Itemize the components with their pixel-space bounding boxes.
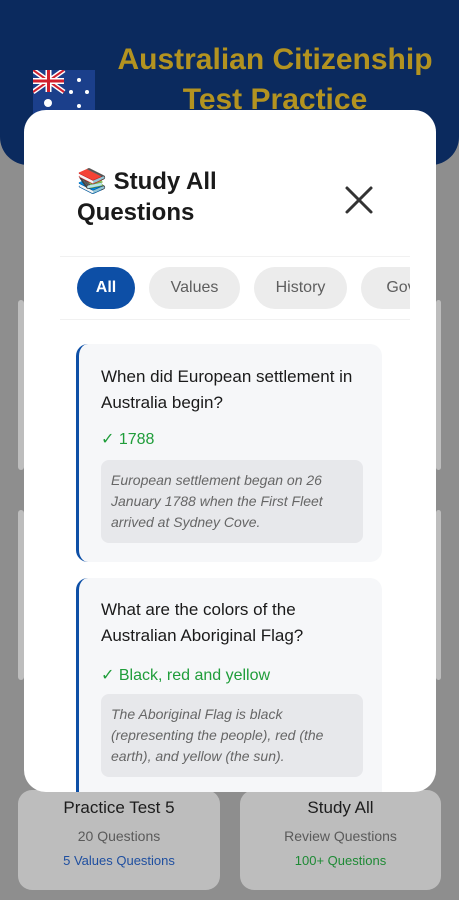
app-title: Australian Citizenship Test Practice (117, 43, 433, 116)
close-button[interactable] (339, 180, 379, 220)
bg-card-left[interactable]: Practice Test 5 20 Questions 5 Values Qu… (18, 790, 220, 890)
bg-card-hidden-right (436, 300, 441, 470)
australia-flag-icon (31, 67, 95, 114)
explanation-text: European settlement began on 26 January … (101, 460, 363, 543)
modal-title: 📚 Study All Questions (77, 166, 257, 228)
card-subtitle: 20 Questions (77, 828, 161, 844)
question-text: What are the colors of the Australian Ab… (101, 600, 304, 645)
explanation-text: The Aboriginal Flag is black (representi… (101, 694, 363, 777)
chip-values[interactable]: Values (149, 267, 240, 309)
answer-text: ✓ Black, red and yellow (101, 667, 271, 684)
card-subtitle: Review Questions (284, 828, 397, 844)
answer-text: ✓ 1788 (101, 431, 155, 448)
books-icon: 📚 (77, 168, 107, 195)
category-filter-bar[interactable]: All Values History Gov (60, 256, 410, 320)
card-title: Study All (307, 798, 374, 817)
chip-government[interactable]: Gov (361, 267, 410, 309)
bg-card-right[interactable]: Study All Review Questions 100+ Question… (240, 790, 441, 890)
question-text: When did European settlement in Australi… (101, 367, 353, 412)
question-card: When did European settlement in Australi… (76, 344, 382, 562)
question-card: What are the colors of the Australian Ab… (76, 578, 382, 792)
close-icon (345, 186, 373, 214)
card-meta: 5 Values Questions (63, 853, 175, 868)
bg-card-hidden-right-2 (436, 510, 441, 680)
card-meta: 100+ Questions (294, 853, 387, 868)
chip-all[interactable]: All (77, 267, 135, 309)
card-title: Practice Test 5 (63, 798, 175, 817)
chip-history[interactable]: History (254, 267, 347, 309)
study-all-modal: 📚 Study All Questions All Values History… (24, 110, 436, 792)
